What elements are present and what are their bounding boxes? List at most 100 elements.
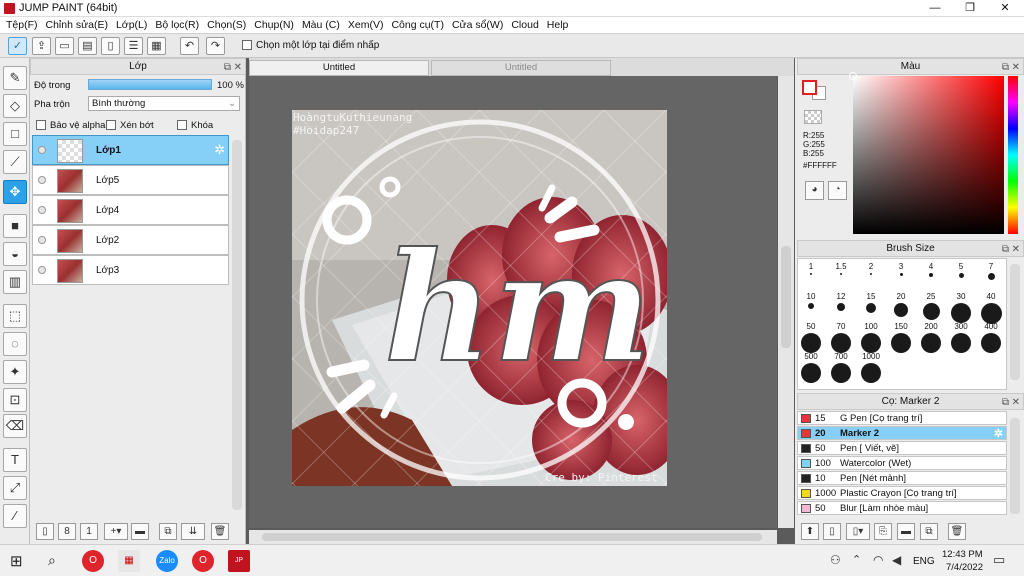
menu-edit[interactable]: Chỉnh sửa(E) [44, 17, 114, 33]
palette-settings-icon[interactable]: ◔ [828, 181, 847, 200]
select-eraser-icon[interactable]: ⌫ [3, 414, 27, 438]
share-icon[interactable]: ⇪ [32, 37, 51, 55]
merge-layer-icon[interactable]: ⇊ [181, 523, 205, 540]
brush-size-100[interactable]: 100 [856, 322, 886, 353]
opera-icon[interactable]: O [82, 550, 104, 572]
message-icon[interactable]: ▤ [78, 37, 97, 55]
gradient-tool-icon[interactable]: ▥ [3, 270, 27, 294]
menu-file[interactable]: Tệp(F) [4, 17, 44, 33]
lock-checkbox[interactable] [177, 120, 187, 130]
foreground-color-swatch[interactable] [802, 80, 817, 95]
bucket-tool-icon[interactable]: ◒ [3, 242, 27, 266]
panel-close-icon[interactable]: ✕ [1012, 395, 1020, 410]
visibility-icon[interactable] [38, 236, 46, 244]
brush-list-item[interactable]: 50 Blur [Làm nhòe màu] [797, 501, 1007, 515]
zalo-icon[interactable]: Zalo [156, 550, 178, 572]
menu-tools[interactable]: Công cụ(T) [389, 17, 450, 33]
menu-help[interactable]: Help [545, 17, 575, 33]
maximize-button[interactable]: ❐ [953, 0, 987, 17]
comment-icon[interactable]: ▭ [55, 37, 74, 55]
brush-size-1-5[interactable]: 1.5 [826, 262, 856, 275]
brush-size-1000[interactable]: 1000 [856, 352, 886, 383]
blend-mode-select[interactable]: Bình thường ⌄ [88, 96, 240, 111]
brush-size-5[interactable]: 5 [946, 262, 976, 278]
brush-size-3[interactable]: 3 [886, 262, 916, 276]
undock-icon[interactable]: ⧉ [1002, 242, 1009, 257]
app-grid-icon[interactable]: ▦ [118, 550, 140, 572]
gear-icon[interactable]: ✲ [214, 142, 225, 158]
brush-folder-icon[interactable]: ▬ [897, 523, 915, 540]
brush-list-item[interactable]: 20 Marker 2 ✲ [797, 426, 1007, 440]
tab-untitled-2[interactable]: Untitled [431, 60, 611, 76]
brush-size-scrollbar[interactable] [1010, 264, 1020, 380]
tab-untitled-1[interactable]: Untitled [249, 60, 429, 76]
brush-list-item[interactable]: 50 Pen [ Viết, vẽ] [797, 441, 1007, 455]
layer-row-lop1[interactable]: Lớp1 ✲ [32, 135, 229, 165]
brush-size-700[interactable]: 700 [826, 352, 856, 383]
clip-checkbox[interactable] [106, 120, 116, 130]
redo-icon[interactable]: ↷ [206, 37, 225, 55]
brush-size-200[interactable]: 200 [916, 322, 946, 353]
trash-icon[interactable]: 🗑 [211, 523, 229, 540]
brush-size-2[interactable]: 2 [856, 262, 886, 275]
brush-size-4[interactable]: 4 [916, 262, 946, 277]
menu-layer[interactable]: Lớp(L) [114, 17, 153, 33]
undock-icon[interactable]: ⧉ [224, 60, 231, 75]
text-tool-icon[interactable]: T [3, 448, 27, 472]
brush-size-500[interactable]: 500 [796, 352, 826, 383]
visibility-icon[interactable] [38, 176, 46, 184]
brush-copy-icon[interactable]: ⧉ [920, 523, 938, 540]
layer-row-lop2[interactable]: Lớp2 [32, 225, 229, 255]
palette-icon[interactable]: ◕ [805, 181, 824, 200]
wifi-icon[interactable]: ◠ [873, 553, 883, 567]
select-layer-checkbox[interactable] [242, 40, 252, 50]
brush-list-item[interactable]: 15 G Pen [Cọ trang trí] [797, 411, 1007, 425]
clock-time[interactable]: 12:43 PM [942, 549, 983, 560]
folder-icon[interactable]: ▬ [131, 523, 149, 540]
jump-paint-taskbar-icon[interactable]: JP [228, 550, 250, 572]
undock-icon[interactable]: ⧉ [1002, 60, 1009, 75]
brush-size-10[interactable]: 10 [796, 292, 826, 309]
close-button[interactable]: ✕ [988, 0, 1022, 17]
layer-row-lop4[interactable]: Lớp4 [32, 195, 229, 225]
brush-size-400[interactable]: 400 [976, 322, 1006, 353]
line-tool-icon[interactable]: ⟋ [3, 150, 27, 174]
operation-tool-icon[interactable]: ⤢ [3, 476, 27, 500]
undock-icon[interactable]: ⧉ [1002, 395, 1009, 410]
opera-gx-icon[interactable]: O [192, 550, 214, 572]
visibility-icon[interactable] [38, 146, 46, 154]
chevron-up-icon[interactable]: ⌃ [852, 553, 861, 566]
fill-rect-tool-icon[interactable]: ■ [3, 214, 27, 238]
brush-size-150[interactable]: 150 [886, 322, 916, 353]
visibility-icon[interactable] [38, 206, 46, 214]
move-tool-icon[interactable]: ✥ [3, 180, 27, 204]
brush-size-25[interactable]: 25 [916, 292, 946, 320]
menu-capture[interactable]: Chụp(N) [252, 17, 300, 33]
panel-close-icon[interactable]: ✕ [234, 60, 242, 75]
grid-check-icon[interactable]: ▦ [147, 37, 166, 55]
shape-tool-icon[interactable]: □ [3, 122, 27, 146]
brush-size-30[interactable]: 30 [946, 292, 976, 323]
menu-filter[interactable]: Bộ lọc(R) [153, 17, 205, 33]
brush-list-item[interactable]: 100 Watercolor (Wet) [797, 456, 1007, 470]
layer-scrollbar[interactable] [232, 140, 242, 510]
panel-close-icon[interactable]: ✕ [1012, 242, 1020, 257]
layer-row-lop5[interactable]: Lớp5 [32, 165, 229, 195]
menu-window[interactable]: Cửa sổ(W) [450, 17, 509, 33]
brush-size-70[interactable]: 70 [826, 322, 856, 353]
add-layer-dropdown-icon[interactable]: +▾ [104, 523, 128, 540]
brush-size-50[interactable]: 50 [796, 322, 826, 353]
gear-icon[interactable]: ✲ [994, 427, 1003, 440]
magic-wand-icon[interactable]: ✦ [3, 360, 27, 384]
menu-select[interactable]: Chọn(S) [205, 17, 252, 33]
brush-new-icon[interactable]: ▯ [823, 523, 841, 540]
visibility-icon[interactable] [38, 266, 46, 274]
brush-duplicate-icon[interactable]: ⎘ [874, 523, 892, 540]
brush-trash-icon[interactable]: 🗑 [948, 523, 966, 540]
hue-slider[interactable] [1008, 76, 1018, 234]
brush-tool-icon[interactable]: ✎ [3, 66, 27, 90]
eyedropper-tool-icon[interactable]: ⁄ [3, 504, 27, 528]
menu-view[interactable]: Xem(V) [346, 17, 390, 33]
brush-size-300[interactable]: 300 [946, 322, 976, 353]
horizontal-scroll-thumb[interactable] [262, 533, 762, 541]
